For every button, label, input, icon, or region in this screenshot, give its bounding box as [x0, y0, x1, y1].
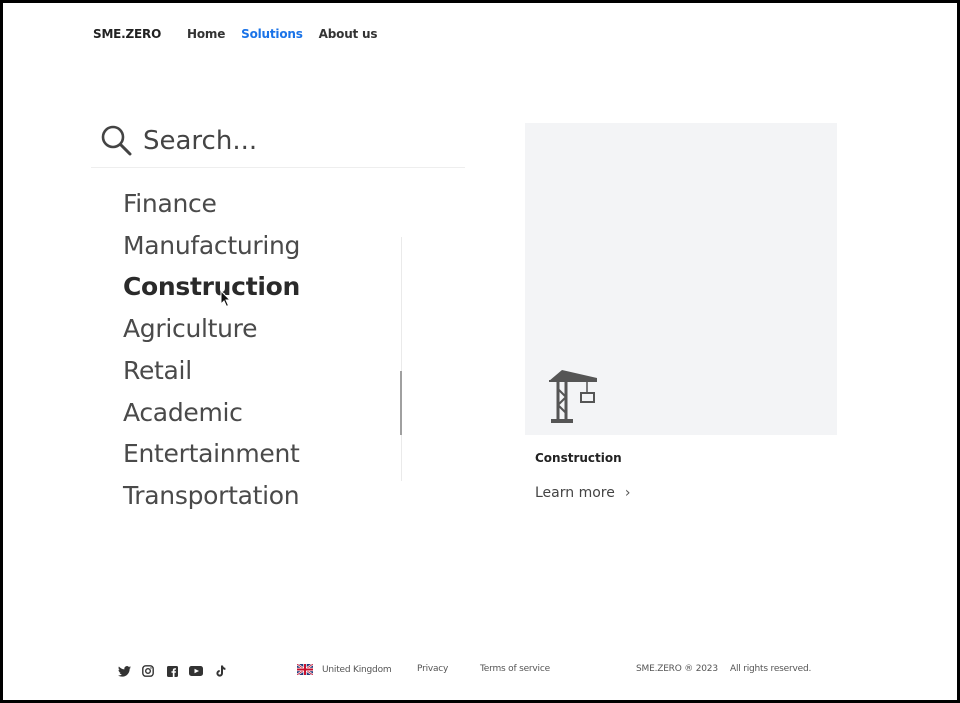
facebook-icon[interactable] [165, 664, 179, 678]
instagram-icon[interactable] [141, 664, 155, 678]
page: SME.ZERO Home Solutions About us Finance… [0, 0, 957, 703]
uk-flag-icon [297, 664, 313, 675]
solution-card-image [525, 123, 837, 435]
category-scrollbar-thumb[interactable] [400, 371, 402, 435]
learn-more-label: Learn more [535, 485, 615, 501]
rights-text: All rights reserved. [730, 664, 812, 674]
category-transportation[interactable]: Transportation [123, 475, 403, 517]
main-nav: Home Solutions About us [187, 27, 378, 41]
search-bar [91, 115, 465, 168]
nav-home[interactable]: Home [187, 27, 225, 41]
category-retail[interactable]: Retail [123, 350, 403, 392]
search-input[interactable] [143, 126, 443, 156]
category-agriculture[interactable]: Agriculture [123, 308, 403, 350]
search-icon[interactable] [99, 123, 135, 159]
country-label: United Kingdom [322, 664, 392, 675]
category-scrollbar-track[interactable] [401, 237, 402, 481]
youtube-icon[interactable] [189, 664, 203, 678]
category-academic[interactable]: Academic [123, 392, 403, 434]
twitter-icon[interactable] [117, 664, 131, 678]
privacy-link[interactable]: Privacy [417, 664, 448, 674]
category-finance[interactable]: Finance [123, 183, 403, 225]
nav-solutions[interactable]: Solutions [241, 27, 303, 41]
mouse-cursor-icon [220, 290, 232, 308]
category-entertainment[interactable]: Entertainment [123, 433, 403, 475]
copyright-text: SME.ZERO ® 2023 [636, 664, 718, 674]
country-selector[interactable]: United Kingdom [297, 664, 392, 675]
category-list: Finance Manufacturing Construction Agric… [123, 183, 403, 517]
social-links [117, 664, 227, 678]
category-manufacturing[interactable]: Manufacturing [123, 225, 403, 267]
chevron-right-icon: › [624, 485, 631, 501]
tiktok-icon[interactable] [213, 664, 227, 678]
learn-more-link[interactable]: Learn more › [535, 485, 630, 501]
brand-logo[interactable]: SME.ZERO [93, 27, 161, 41]
category-construction[interactable]: Construction [123, 266, 403, 308]
nav-about-us[interactable]: About us [319, 27, 378, 41]
terms-link[interactable]: Terms of service [480, 664, 550, 674]
crane-icon [549, 370, 597, 423]
solution-card-title: Construction [535, 451, 622, 465]
